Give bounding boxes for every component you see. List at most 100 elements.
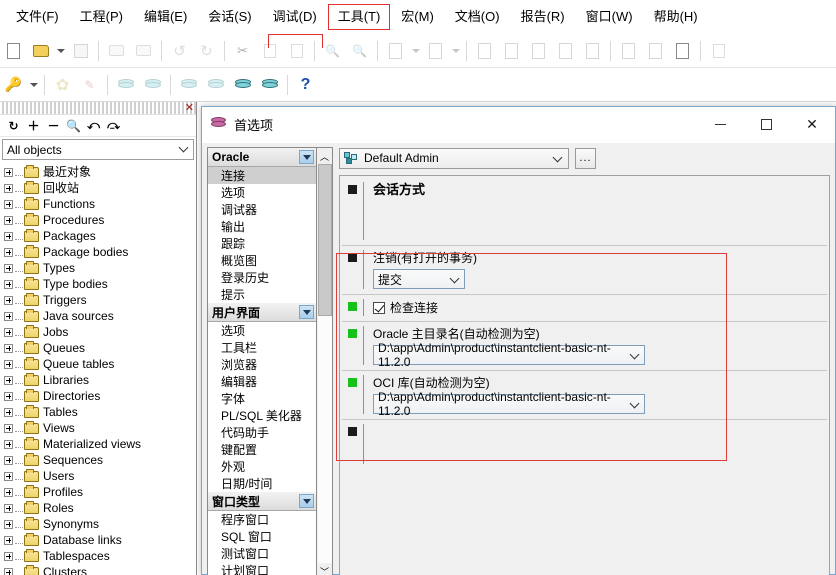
tree-item[interactable]: Jobs: [4, 324, 196, 340]
menu-help[interactable]: 帮助(H): [644, 4, 708, 30]
category-item[interactable]: 浏览器: [208, 356, 316, 373]
menu-file[interactable]: 文件(F): [6, 4, 69, 30]
profile-select[interactable]: Default Admin: [339, 147, 569, 169]
expand-icon[interactable]: [4, 503, 13, 513]
tree-item[interactable]: Triggers: [4, 292, 196, 308]
help-question-icon[interactable]: ?: [292, 72, 319, 98]
sql-session-icon[interactable]: [202, 72, 229, 98]
indent-icon[interactable]: [498, 38, 525, 64]
rollback-icon[interactable]: [139, 72, 166, 98]
profile-browse-button[interactable]: ...: [575, 147, 596, 169]
expand-icon[interactable]: [4, 535, 13, 545]
tree-item[interactable]: Procedures: [4, 212, 196, 228]
expand-icon[interactable]: [4, 391, 13, 401]
category-item[interactable]: 工具栏: [208, 339, 316, 356]
save-icon[interactable]: [67, 38, 94, 64]
open-dropdown-arrow[interactable]: [54, 38, 67, 64]
find-icon[interactable]: 🔍: [65, 117, 82, 134]
panel-drag-grip[interactable]: ✕: [0, 102, 196, 115]
category-item[interactable]: SQL 窗口: [208, 528, 316, 545]
recompile-icon[interactable]: [256, 72, 283, 98]
commit-icon[interactable]: [112, 72, 139, 98]
settings-gear-icon[interactable]: ✿: [49, 72, 76, 98]
category-group-header[interactable]: 用户界面: [208, 303, 316, 322]
menu-window[interactable]: 窗口(W): [576, 4, 643, 30]
category-item[interactable]: 输出: [208, 218, 316, 235]
menu-project[interactable]: 工程(P): [70, 4, 133, 30]
expand-icon[interactable]: [4, 263, 13, 273]
expand-icon[interactable]: [4, 279, 13, 289]
scrollbar-track[interactable]: [317, 316, 332, 563]
tree-item[interactable]: Libraries: [4, 372, 196, 388]
tree-item[interactable]: Tablespaces: [4, 548, 196, 564]
expand-icon[interactable]: [4, 439, 13, 449]
expand-icon[interactable]: [4, 359, 13, 369]
copy-icon[interactable]: [256, 38, 283, 64]
tree-item[interactable]: Tables: [4, 404, 196, 420]
expand-icon[interactable]: [4, 167, 13, 177]
tree-item[interactable]: Database links: [4, 532, 196, 548]
menu-report[interactable]: 报告(R): [511, 4, 575, 30]
scroll-down-icon[interactable]: ﹀: [317, 563, 333, 575]
tree-item[interactable]: Synonyms: [4, 516, 196, 532]
refresh-icon[interactable]: ↻: [5, 117, 22, 134]
windows-list-icon[interactable]: [705, 38, 732, 64]
expand-icon[interactable]: [4, 471, 13, 481]
category-item[interactable]: 外观: [208, 458, 316, 475]
dialog-title-bar[interactable]: 首选项 ✕: [202, 107, 835, 143]
redo-icon[interactable]: ↻: [193, 38, 220, 64]
outdent-icon[interactable]: [525, 38, 552, 64]
tree-item[interactable]: Types: [4, 260, 196, 276]
logon-dropdown-arrow[interactable]: [27, 72, 40, 98]
export-dropdown-arrow[interactable]: [449, 38, 462, 64]
tree-item[interactable]: Package bodies: [4, 244, 196, 260]
expand-icon[interactable]: [4, 551, 13, 561]
find-icon[interactable]: 🔍: [319, 38, 346, 64]
tree-item[interactable]: Users: [4, 468, 196, 484]
tree-item[interactable]: Views: [4, 420, 196, 436]
checkbox-icon[interactable]: [373, 301, 385, 314]
expand-icon[interactable]: [4, 423, 13, 433]
print-icon[interactable]: [103, 38, 130, 64]
setting-combo-logoff-with-open-transaction[interactable]: 提交: [373, 269, 465, 289]
menu-macro[interactable]: 宏(M): [391, 4, 444, 30]
object-filter-select[interactable]: All objects: [2, 139, 194, 160]
category-item[interactable]: 字体: [208, 390, 316, 407]
explain-plan-icon[interactable]: [615, 38, 642, 64]
tree-item[interactable]: Clusters: [4, 564, 196, 575]
expand-icon[interactable]: [4, 215, 13, 225]
tree-item[interactable]: Sequences: [4, 452, 196, 468]
category-item[interactable]: 计划窗口: [208, 562, 316, 575]
tree-item[interactable]: Profiles: [4, 484, 196, 500]
undo-icon[interactable]: ↺: [166, 38, 193, 64]
category-item[interactable]: 程序窗口: [208, 511, 316, 528]
menu-session[interactable]: 会话(S): [198, 4, 261, 30]
setting-checkbox-check-connection[interactable]: 检查连接: [373, 299, 827, 316]
expand-icon[interactable]: [4, 375, 13, 385]
tree-item[interactable]: 最近对象: [4, 164, 196, 180]
find-db-object-icon[interactable]: [229, 72, 256, 98]
find-next-icon[interactable]: 🔍: [346, 38, 373, 64]
lock-icon[interactable]: ⤼: [105, 117, 122, 134]
scrollbar-thumb[interactable]: [317, 164, 332, 316]
close-panel-icon[interactable]: ✕: [185, 102, 194, 114]
category-item[interactable]: 跟踪: [208, 235, 316, 252]
tree-item[interactable]: Queues: [4, 340, 196, 356]
category-item[interactable]: 代码助手: [208, 424, 316, 441]
category-item[interactable]: 测试窗口: [208, 545, 316, 562]
expand-icon[interactable]: [4, 231, 13, 241]
expand-icon[interactable]: [4, 407, 13, 417]
tree-item[interactable]: Materialized views: [4, 436, 196, 452]
category-item[interactable]: 键配置: [208, 441, 316, 458]
uncomment-icon[interactable]: [579, 38, 606, 64]
paste-icon[interactable]: [283, 38, 310, 64]
tree-item[interactable]: 回收站: [4, 180, 196, 196]
brush-icon[interactable]: ✎: [76, 72, 103, 98]
category-item[interactable]: 连接: [208, 167, 316, 184]
filter-icon[interactable]: ⤺: [85, 117, 102, 134]
menu-debug[interactable]: 调试(D): [263, 4, 327, 30]
export-icon[interactable]: [422, 38, 449, 64]
import-dropdown-arrow[interactable]: [409, 38, 422, 64]
expand-icon[interactable]: [4, 487, 13, 497]
expand-icon[interactable]: [4, 199, 13, 209]
